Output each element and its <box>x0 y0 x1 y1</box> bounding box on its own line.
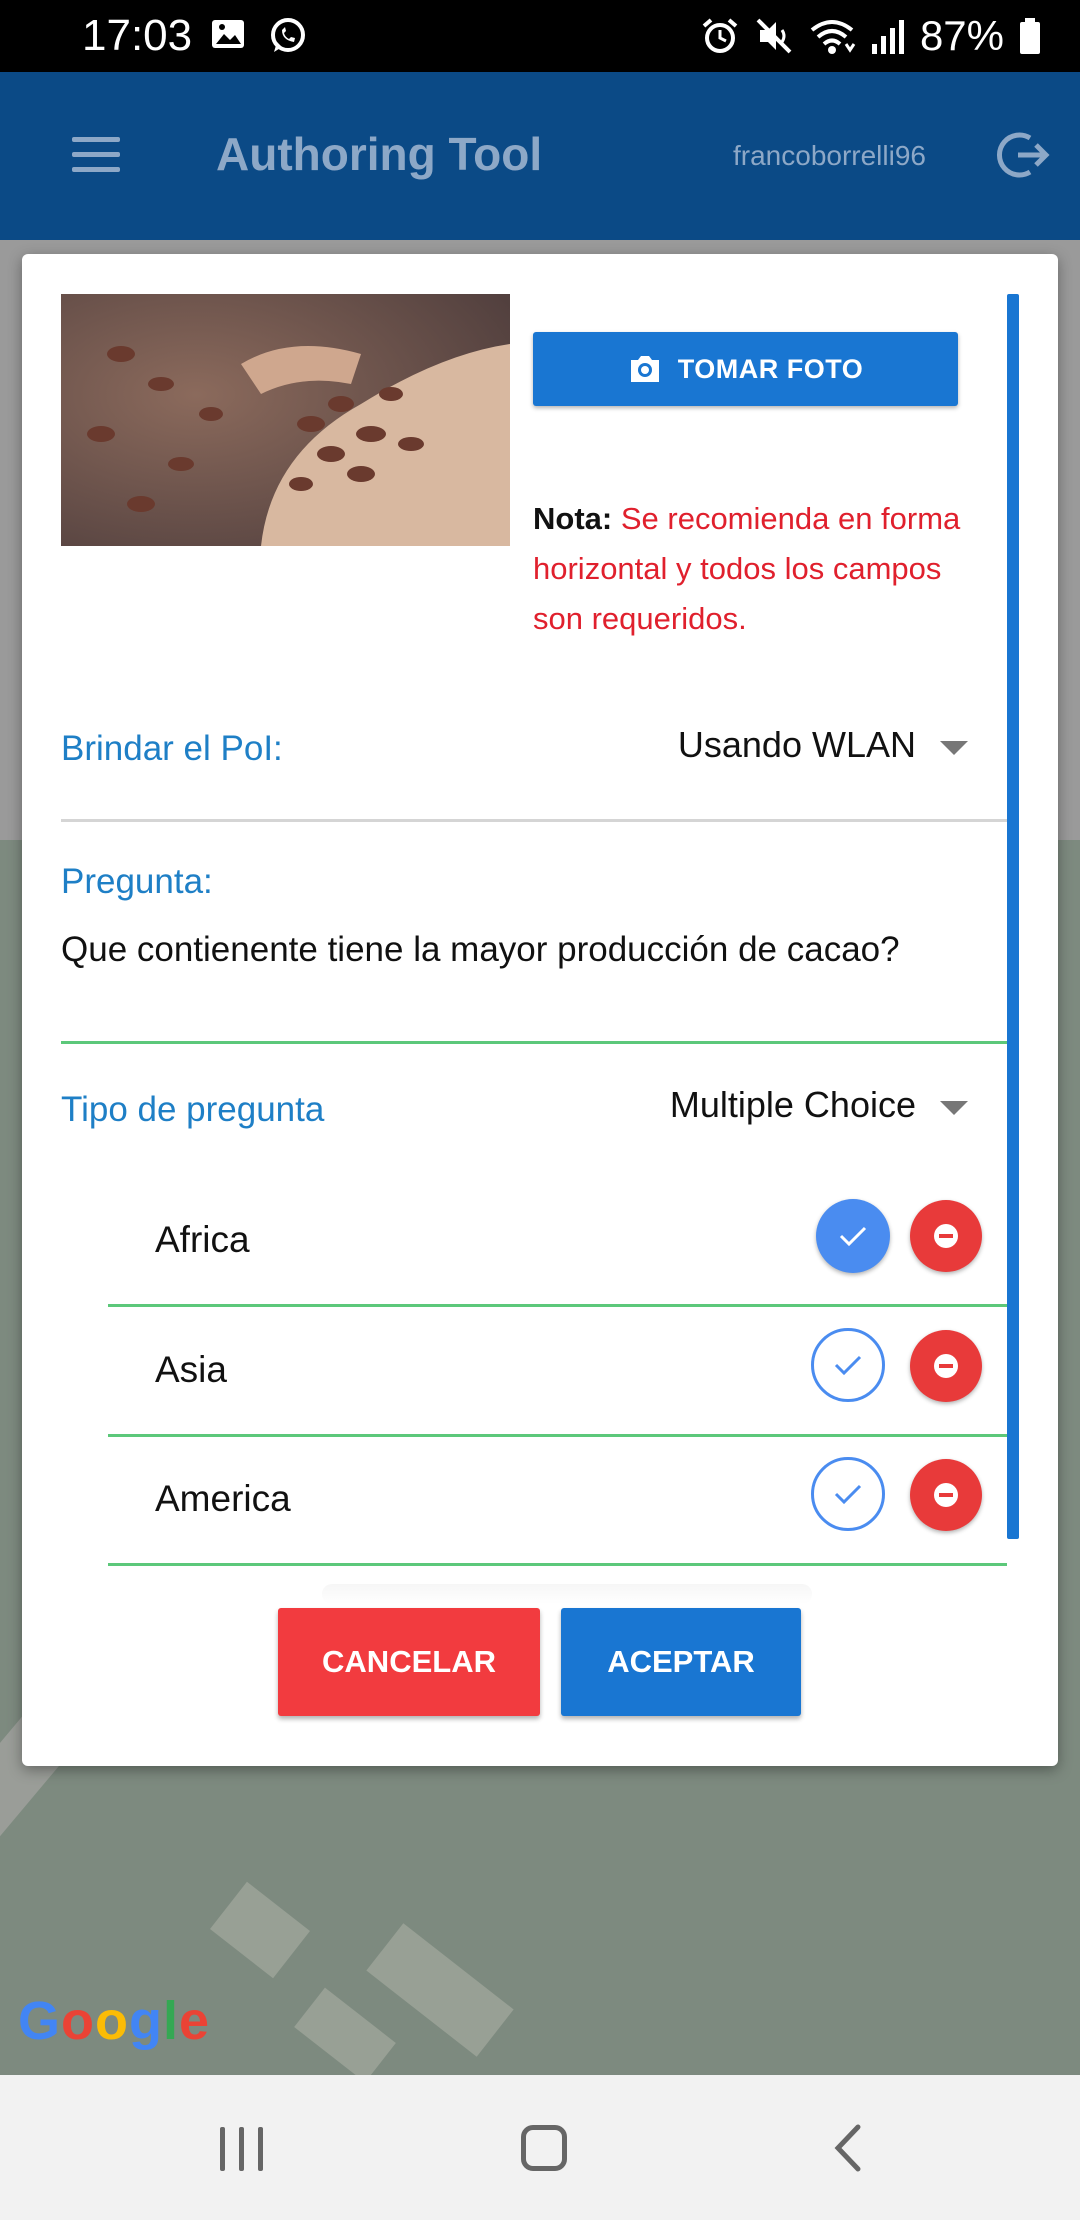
photo-note: Nota: Se recomienda en forma horizontal … <box>533 494 983 644</box>
battery-icon <box>1020 18 1040 54</box>
check-icon <box>839 1226 867 1247</box>
google-logo: Google <box>18 1991 211 2051</box>
question-photo <box>61 294 510 546</box>
chevron-down-icon <box>940 741 968 755</box>
take-photo-label: TOMAR FOTO <box>677 353 864 384</box>
status-bar: 17:03 87% <box>0 0 1080 72</box>
username: francoborrelli96 <box>733 140 926 171</box>
minus-circle-icon <box>934 1354 958 1378</box>
status-notification-icons <box>210 16 308 56</box>
mark-correct-button[interactable] <box>811 1328 885 1402</box>
minus-circle-icon <box>934 1483 958 1507</box>
question-input[interactable]: Que contienente tiene la mayor producció… <box>61 928 961 972</box>
question-input-underline <box>61 1041 1007 1044</box>
remove-answer-button[interactable] <box>910 1459 982 1531</box>
question-label: Pregunta: <box>61 862 213 901</box>
alarm-icon <box>702 18 738 53</box>
answer-row: America <box>108 1436 1007 1566</box>
cancel-button[interactable]: CANCELAR <box>278 1608 540 1716</box>
back-icon[interactable] <box>830 2123 864 2173</box>
battery-percent: 87% <box>919 12 1004 59</box>
mute-icon <box>756 18 792 54</box>
check-icon <box>834 1355 862 1376</box>
divider <box>61 819 1007 822</box>
poi-label: Brindar el PoI: <box>61 729 283 768</box>
remove-answer-button[interactable] <box>910 1330 982 1402</box>
note-label: Nota: <box>533 501 613 536</box>
home-icon[interactable] <box>521 2125 567 2171</box>
chevron-down-icon <box>940 1101 968 1115</box>
answer-row: Asia <box>108 1307 1007 1437</box>
take-photo-button[interactable]: TOMAR FOTO <box>533 332 958 406</box>
question-type-label: Tipo de pregunta <box>61 1090 325 1129</box>
accept-button[interactable]: ACEPTAR <box>561 1608 801 1716</box>
scrollbar[interactable] <box>1007 294 1019 1539</box>
question-type-select[interactable]: Multiple Choice <box>670 1084 968 1126</box>
poi-select-value: Usando WLAN <box>677 724 916 765</box>
answer-label[interactable]: Africa <box>155 1219 250 1261</box>
minus-circle-icon <box>934 1224 958 1248</box>
poi-select[interactable]: Usando WLAN <box>678 724 968 766</box>
answer-label[interactable]: America <box>155 1478 291 1520</box>
system-nav-bar <box>0 2075 1080 2220</box>
logout-icon[interactable] <box>996 128 1050 182</box>
answer-row: Africa <box>108 1177 1007 1307</box>
wifi-icon <box>810 20 856 54</box>
menu-icon[interactable] <box>72 137 120 173</box>
camera-icon <box>630 356 659 382</box>
status-system-icons: 87% <box>700 10 1042 62</box>
app-bar: Authoring Tool francoborrelli96 <box>0 72 1080 240</box>
poi-question-dialog: TOMAR FOTO Nota: Se recomienda en forma … <box>22 254 1058 1766</box>
gallery-icon <box>212 20 244 48</box>
status-time: 17:03 <box>82 11 193 60</box>
mark-correct-button[interactable] <box>811 1457 885 1531</box>
mark-correct-button[interactable] <box>816 1199 890 1273</box>
answer-label[interactable]: Asia <box>155 1349 227 1391</box>
remove-answer-button[interactable] <box>910 1200 982 1272</box>
signal-icon <box>871 20 904 54</box>
question-type-value: Multiple Choice <box>669 1084 916 1125</box>
scroll-fade <box>322 1584 812 1604</box>
check-icon <box>834 1484 862 1505</box>
app-title: Authoring Tool <box>216 128 543 180</box>
whatsapp-icon <box>271 18 305 52</box>
recent-apps-icon[interactable] <box>220 2127 264 2171</box>
